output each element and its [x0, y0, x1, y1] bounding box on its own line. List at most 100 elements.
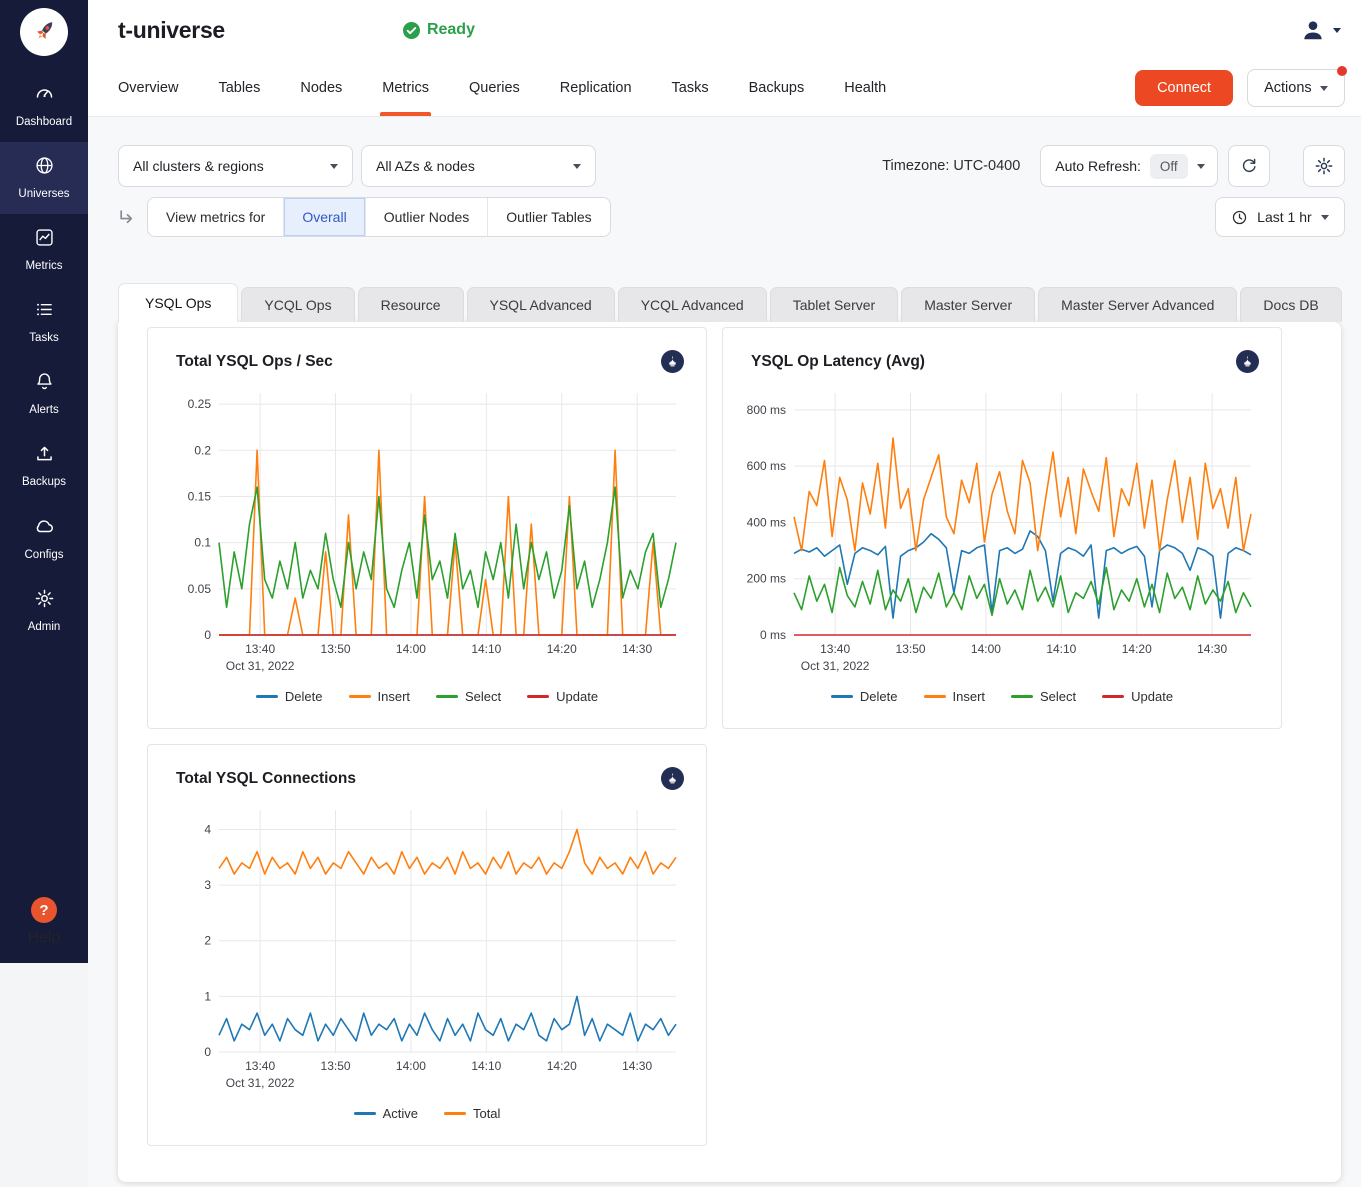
view-metrics-segmented-control: View metrics for Overall Outlier Nodes O…	[147, 197, 611, 237]
yugabytedb-logo[interactable]	[20, 8, 68, 56]
legend-swatch	[436, 695, 458, 698]
metric-tab-docs-db[interactable]: Docs DB	[1240, 287, 1341, 322]
svg-text:600 ms: 600 ms	[747, 459, 786, 473]
chevron-down-icon	[1333, 28, 1341, 33]
tab-metrics[interactable]: Metrics	[362, 60, 449, 116]
sidebar-item-metrics[interactable]: Metrics	[0, 214, 88, 286]
metric-tab-ycql-ops[interactable]: YCQL Ops	[241, 287, 354, 322]
clusters-regions-dropdown[interactable]: All clusters & regions	[118, 145, 353, 187]
legend-item-select[interactable]: Select	[1011, 689, 1076, 704]
auto-refresh-dropdown[interactable]: Auto Refresh: Off	[1040, 145, 1217, 187]
metric-tab-ysql-ops[interactable]: YSQL Ops	[118, 283, 238, 322]
tab-tables[interactable]: Tables	[198, 60, 280, 116]
svg-text:1: 1	[204, 989, 211, 1003]
legend-swatch	[354, 1112, 376, 1115]
legend-item-delete[interactable]: Delete	[831, 689, 898, 704]
svg-text:14:00: 14:00	[396, 642, 426, 656]
tab-replication[interactable]: Replication	[540, 60, 652, 116]
svg-text:Oct 31, 2022: Oct 31, 2022	[226, 1076, 295, 1090]
svg-text:14:10: 14:10	[471, 642, 501, 656]
legend-swatch	[1102, 695, 1124, 698]
prometheus-export-icon[interactable]	[661, 767, 684, 790]
chart-total-ysql-ops[interactable]: 00.050.10.150.20.2513:4013:5014:0014:101…	[164, 377, 690, 687]
svg-text:14:00: 14:00	[396, 1059, 426, 1073]
view-metrics-option-overall[interactable]: Overall	[283, 198, 364, 236]
main-area: t-universe Ready Overview Tables Nodes M…	[88, 0, 1361, 1187]
chevron-down-icon	[1321, 215, 1329, 220]
sidebar-item-label: Alerts	[29, 404, 58, 416]
sidebar-item-label: Tasks	[29, 332, 58, 344]
chevron-down-icon	[1197, 164, 1205, 169]
metric-tab-resource[interactable]: Resource	[358, 287, 464, 322]
svg-text:13:40: 13:40	[245, 1059, 275, 1073]
legend-label: Insert	[953, 689, 986, 704]
legend-label: Update	[1131, 689, 1173, 704]
sidebar-item-universes[interactable]: Universes	[0, 142, 88, 214]
svg-text:Oct 31, 2022: Oct 31, 2022	[801, 659, 870, 673]
refresh-button[interactable]	[1228, 145, 1270, 187]
metrics-settings-button[interactable]	[1303, 145, 1345, 187]
view-metrics-label: View metrics for	[148, 198, 283, 236]
chart-total-ysql-connections[interactable]: 0123413:4013:5014:0014:1014:2014:30Oct 3…	[164, 794, 690, 1104]
legend-item-delete[interactable]: Delete	[256, 689, 323, 704]
metrics-content: All clusters & regions All AZs & nodes T…	[88, 117, 1361, 1187]
sidebar-item-admin[interactable]: Admin	[0, 575, 88, 647]
svg-text:0.2: 0.2	[194, 443, 211, 457]
legend-swatch	[1011, 695, 1033, 698]
svg-text:3: 3	[204, 878, 211, 892]
legend-item-total[interactable]: Total	[444, 1106, 500, 1121]
sidebar-item-alerts[interactable]: Alerts	[0, 358, 88, 430]
chart-ysql-op-latency[interactable]: 0 ms200 ms400 ms600 ms800 ms13:4013:5014…	[739, 377, 1265, 687]
metric-tab-ycql-advanced[interactable]: YCQL Advanced	[618, 287, 767, 322]
actions-dropdown-button[interactable]: Actions	[1247, 69, 1345, 107]
metric-tab-master-server[interactable]: Master Server	[901, 287, 1035, 322]
legend-swatch	[256, 695, 278, 698]
prometheus-export-icon[interactable]	[661, 350, 684, 373]
tasks-list-icon	[34, 299, 55, 325]
timezone-label: Timezone: UTC-0400	[882, 158, 1020, 174]
legend-item-active[interactable]: Active	[354, 1106, 418, 1121]
tab-overview[interactable]: Overview	[98, 60, 198, 116]
chart-panel-total-ysql-ops: Total YSQL Ops / Sec 00.050.10.150.20.25…	[147, 327, 707, 729]
dashboard-icon	[34, 83, 55, 109]
tab-tasks[interactable]: Tasks	[652, 60, 729, 116]
svg-text:13:50: 13:50	[896, 642, 926, 656]
legend-item-insert[interactable]: Insert	[349, 689, 411, 704]
metric-tab-ysql-advanced[interactable]: YSQL Advanced	[467, 287, 615, 322]
sidebar-item-configs[interactable]: Configs	[0, 502, 88, 575]
sidebar-column: Dashboard Universes Metrics	[0, 0, 88, 1187]
tab-backups[interactable]: Backups	[729, 60, 825, 116]
prometheus-export-icon[interactable]	[1236, 350, 1259, 373]
tab-nodes[interactable]: Nodes	[280, 60, 362, 116]
user-menu[interactable]	[1300, 17, 1341, 43]
legend-label: Delete	[860, 689, 898, 704]
universes-globe-icon	[34, 155, 55, 181]
filters-row: All clusters & regions All AZs & nodes T…	[118, 145, 1345, 187]
svg-text:0.1: 0.1	[194, 536, 211, 550]
legend-label: Select	[465, 689, 501, 704]
legend-item-insert[interactable]: Insert	[924, 689, 986, 704]
time-range-dropdown[interactable]: Last 1 hr	[1215, 197, 1344, 237]
tab-queries[interactable]: Queries	[449, 60, 540, 116]
sidebar-item-dashboard[interactable]: Dashboard	[0, 70, 88, 142]
azs-nodes-dropdown[interactable]: All AZs & nodes	[361, 145, 596, 187]
sidebar-item-label: Admin	[28, 621, 61, 633]
tab-health[interactable]: Health	[824, 60, 906, 116]
metric-tab-tablet-server[interactable]: Tablet Server	[770, 287, 898, 322]
svg-text:14:30: 14:30	[622, 1059, 652, 1073]
legend-item-update[interactable]: Update	[527, 689, 598, 704]
sidebar-item-help[interactable]: ? Help	[0, 885, 88, 963]
metric-tab-master-server-advanced[interactable]: Master Server Advanced	[1038, 287, 1237, 322]
legend-item-update[interactable]: Update	[1102, 689, 1173, 704]
legend-swatch	[349, 695, 371, 698]
view-metrics-option-outlier-tables[interactable]: Outlier Tables	[487, 198, 609, 236]
view-metrics-option-outlier-nodes[interactable]: Outlier Nodes	[365, 198, 488, 236]
connect-button[interactable]: Connect	[1135, 70, 1233, 106]
sidebar-item-tasks[interactable]: Tasks	[0, 286, 88, 358]
svg-text:14:30: 14:30	[622, 642, 652, 656]
sidebar-item-backups[interactable]: Backups	[0, 430, 88, 502]
legend-item-select[interactable]: Select	[436, 689, 501, 704]
chart-legend: Delete Insert Select Update	[739, 689, 1265, 704]
chart-title: Total YSQL Connections	[176, 770, 356, 788]
chart-legend: Active Total	[164, 1106, 690, 1121]
